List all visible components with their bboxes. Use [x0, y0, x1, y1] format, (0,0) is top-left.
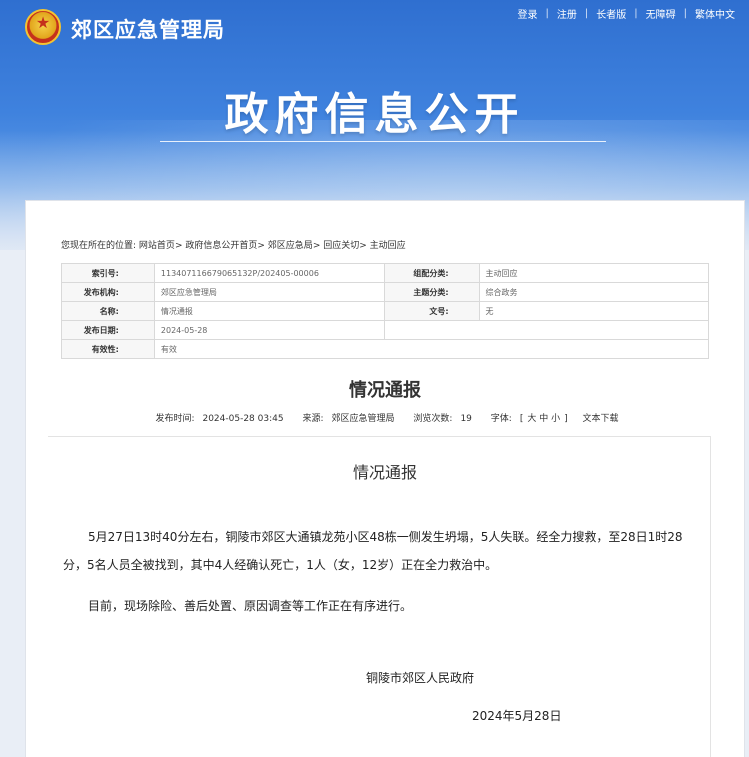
breadcrumb-active-response[interactable]: 主动回应: [370, 241, 406, 251]
breadcrumb-bureau[interactable]: 郊区应急局: [268, 241, 313, 251]
source-label: 来源:: [302, 414, 324, 424]
breadcrumb-sep: >: [312, 241, 321, 251]
site-name[interactable]: 郊区应急管理局: [71, 14, 225, 44]
article-title: 情况通报: [349, 380, 421, 401]
name-label: 名称:: [61, 301, 155, 321]
publisher-value: 郊区应急管理局: [153, 282, 385, 302]
views-label: 浏览次数:: [413, 414, 453, 424]
table-row: 发布日期: 2024-05-28: [61, 320, 710, 340]
publish-time: 2024-05-28 03:45: [202, 414, 284, 424]
breadcrumb-sep: >: [359, 241, 367, 251]
name-value: 情况通报: [153, 301, 385, 321]
banner-divider: [160, 141, 606, 142]
publisher-label: 发布机构:: [61, 282, 155, 302]
index-label: 索引号:: [61, 263, 155, 283]
content-card: 您现在所在的位置: 网站首页> 政府信息公开首页> 郊区应急局> 回应关切> 主…: [25, 200, 745, 757]
font-large-button[interactable]: 大: [527, 414, 536, 424]
paragraph-2: 目前，现场除险、善后处置、原因调查等工作正在有序进行。: [88, 599, 413, 613]
topic-value: 综合政务: [478, 282, 710, 302]
topic-label: 主题分类:: [383, 282, 480, 302]
table-row: 发布机构: 郊区应急管理局 主题分类: 综合政务: [61, 282, 710, 302]
source-value: 郊区应急管理局: [331, 414, 395, 424]
validity-value: 有效: [153, 339, 710, 359]
breadcrumb-info-home[interactable]: 政府信息公开首页: [185, 241, 257, 251]
table-row: 有效性: 有效: [61, 339, 710, 359]
font-label: 字体:: [490, 414, 512, 424]
index-value: 113407116679065132P/202405-00006: [153, 263, 385, 283]
font-small-button[interactable]: 小: [551, 414, 560, 424]
sign-date: 2024年5月28日: [472, 709, 562, 723]
elderly-mode-link[interactable]: 长者版: [588, 6, 634, 21]
table-row: 名称: 情况通报 文号: 无: [61, 301, 710, 321]
table-row: 索引号: 113407116679065132P/202405-00006 组配…: [61, 263, 710, 283]
paragraph-1: 5月27日13时40分左右，铜陵市郊区大通镇龙苑小区48栋一侧发生坍塌，5人失联…: [63, 530, 683, 572]
signature: 铜陵市郊区人民政府: [366, 671, 475, 685]
date-value: 2024-05-28: [153, 320, 385, 340]
article-info-bar: 发布时间: 2024-05-28 03:45 来源: 郊区应急管理局 浏览次数: 19…: [26, 411, 744, 424]
category-label: 组配分类:: [383, 263, 480, 283]
font-bracket: [: [519, 414, 524, 424]
login-link[interactable]: 登录: [510, 6, 546, 21]
category-value: 主动回应: [478, 263, 710, 283]
publish-time-label: 发布时间:: [155, 414, 195, 424]
date-label: 发布日期:: [61, 320, 155, 340]
national-emblem-icon: [25, 9, 61, 45]
breadcrumb-concerns[interactable]: 回应关切: [323, 241, 359, 251]
breadcrumb: 您现在所在的位置: 网站首页> 政府信息公开首页> 郊区应急局> 回应关切> 主…: [61, 238, 406, 251]
breadcrumb-sep: >: [257, 241, 265, 251]
top-links: 登录 | 注册 | 长者版 | 无障碍 | 繁体中文: [510, 6, 744, 21]
breadcrumb-home[interactable]: 网站首页: [139, 241, 175, 251]
accessibility-link[interactable]: 无障碍: [638, 6, 684, 21]
content-title: 情况通报: [352, 463, 417, 482]
text-download-link[interactable]: 文本下载: [583, 414, 619, 424]
font-bracket: ]: [564, 414, 568, 424]
traditional-chinese-link[interactable]: 繁体中文: [687, 6, 743, 21]
register-link[interactable]: 注册: [549, 6, 585, 21]
views-count: 19: [460, 414, 472, 424]
metadata-table: 索引号: 113407116679065132P/202405-00006 组配…: [61, 263, 710, 359]
breadcrumb-prefix: 您现在所在的位置:: [61, 241, 137, 251]
validity-label: 有效性:: [61, 339, 155, 359]
font-medium-button[interactable]: 中: [539, 414, 548, 424]
docno-label: 文号:: [383, 301, 480, 321]
empty-cell: [383, 320, 710, 340]
banner-title: 政府信息公开: [224, 89, 525, 140]
breadcrumb-sep: >: [174, 241, 183, 251]
docno-value: 无: [478, 301, 710, 321]
